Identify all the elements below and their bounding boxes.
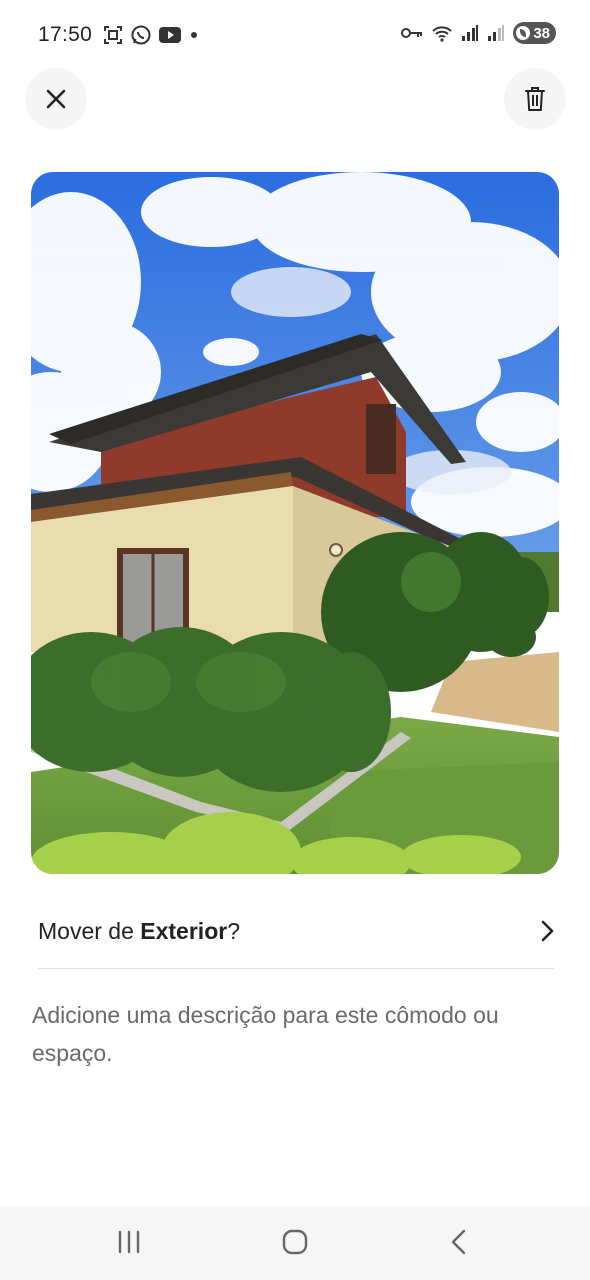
current-room-name: Exterior [140,917,228,944]
description-input[interactable]: Adicione uma descrição para este cômodo … [32,996,562,1072]
chevron-right-icon [541,920,554,942]
battery-level: 38 [533,24,550,42]
status-system-icons: 38 [401,22,556,44]
navigation-bar [0,1206,590,1280]
back-button[interactable] [448,1228,470,1261]
recent-apps-icon [118,1230,140,1254]
signal-icon [462,25,479,41]
wifi-icon [432,26,453,42]
notification-dot-icon [191,32,197,38]
home-icon [282,1229,308,1255]
status-bar: 17:50 38 [0,0,590,70]
house-exterior-photo [31,172,559,874]
battery-saver-icon [516,26,531,40]
move-room-label: Mover de Exterior? [38,918,240,945]
status-time: 17:50 [38,23,93,46]
signal-weak-icon [488,25,505,41]
back-icon [451,1229,466,1255]
move-room-row[interactable]: Mover de Exterior? [38,897,554,965]
screenshot-icon [104,26,122,44]
status-notification-icons [102,24,200,46]
home-button[interactable] [281,1228,309,1261]
move-room-prefix: Mover de [38,917,141,944]
key-icon [401,28,423,38]
youtube-icon [159,27,181,43]
trash-icon [525,87,545,111]
close-icon [46,89,66,109]
recent-apps-button[interactable] [116,1228,142,1261]
close-button[interactable] [25,68,87,130]
battery-icon: 38 [513,22,556,44]
divider [38,968,554,969]
delete-photo-button[interactable] [504,68,566,130]
move-room-suffix: ? [227,917,240,944]
whatsapp-icon [131,25,151,45]
